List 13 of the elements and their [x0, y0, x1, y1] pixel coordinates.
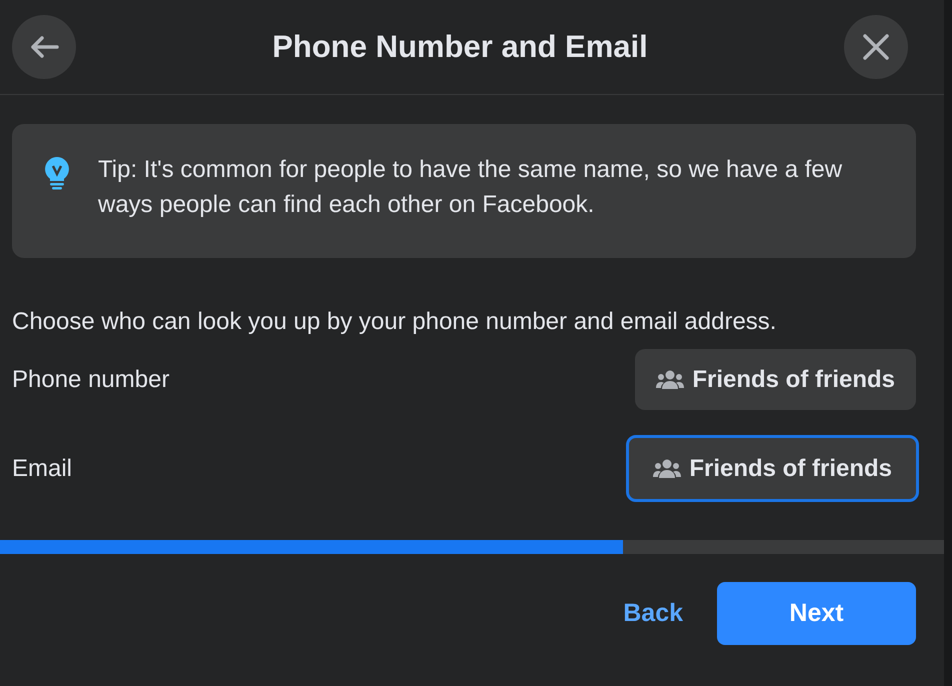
lightbulb-icon — [44, 156, 70, 190]
close-icon — [862, 33, 890, 61]
setting-label: Phone number — [12, 366, 170, 394]
back-arrow-icon — [29, 35, 59, 59]
people-icon — [653, 458, 682, 480]
prompt-text: Choose who can look you up by your phone number and email address. — [12, 307, 778, 337]
setting-label: Email — [12, 454, 72, 482]
dialog-title: Phone Number and Email — [272, 29, 648, 65]
people-icon — [656, 368, 684, 390]
back-link[interactable]: Back — [623, 599, 683, 628]
tip-text: Tip: It's common for people to have the same name, so we have a few ways people can find each other on Facebook. — [98, 155, 844, 220]
audience-selector[interactable]: Friends of friends — [626, 435, 919, 502]
audience-selector[interactable]: Friends of friends — [635, 349, 916, 410]
